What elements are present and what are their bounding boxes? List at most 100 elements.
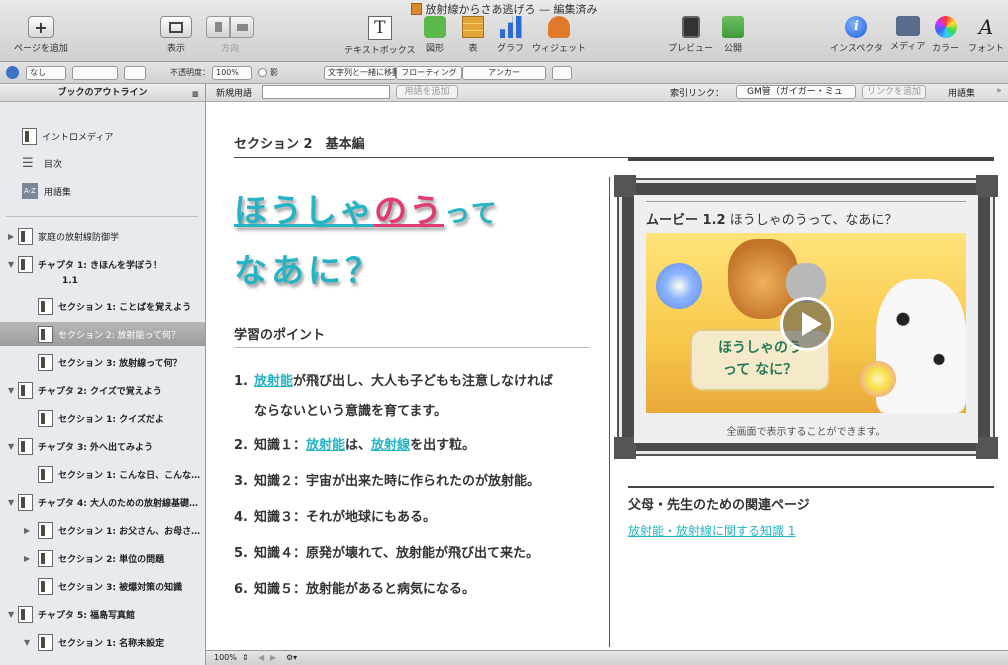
stroke-select[interactable]: [72, 66, 118, 80]
shape-button[interactable]: 図形: [424, 16, 446, 54]
wrap-select[interactable]: [552, 66, 572, 80]
fonts-button[interactable]: A フォント: [968, 16, 1004, 54]
add-page-button[interactable]: + ページを追加: [14, 16, 68, 54]
sidebar-item-chapter-2[interactable]: ▼ チャプタ 2: クイズで覚えよう: [0, 378, 205, 402]
page-thumb-icon: [38, 521, 53, 539]
sidebar-item-section-2-selected[interactable]: セクション 2: 放射能って何？: [0, 322, 205, 346]
shadow-label: 影: [270, 68, 278, 77]
sidebar-item-chapter-4[interactable]: ▼ チャプタ 4: 大人のための放射線基礎…: [0, 490, 205, 514]
frame-corner: [614, 175, 636, 197]
outline-menu-icon[interactable]: ≡: [191, 86, 199, 104]
sidebar-item-quiz[interactable]: セクション 1: クイズだよ: [0, 406, 205, 430]
related-title: 父母・先生のための関連ページ: [628, 498, 810, 513]
sidebar-item-section-3[interactable]: セクション 3: 放射線って何？: [0, 350, 205, 374]
disclosure-icon[interactable]: ▶: [24, 526, 34, 535]
add-term-button[interactable]: 用語を追加: [396, 85, 458, 99]
style-select[interactable]: なし: [26, 66, 66, 80]
stroke-color-well[interactable]: [124, 66, 146, 80]
movie-widget[interactable]: ムービー 1.2 ほうしゃのうって、なあに？ ほうしゃのう って なに？ 全画面で…: [614, 175, 998, 459]
index-link-select[interactable]: GM管（ガイガー・ミュ: [736, 85, 856, 99]
sidebar-item-chapter-5[interactable]: ▼ チャプタ 5: 福島写真館: [0, 602, 205, 626]
movie-caption: 全画面で表示することができます。: [726, 427, 886, 438]
disclosure-icon[interactable]: ▶: [8, 232, 18, 241]
sidebar-item-book[interactable]: ▶ 家庭の放射線防御学: [0, 224, 205, 248]
page-thumb-icon: [22, 127, 37, 145]
opacity-select[interactable]: 100%: [212, 66, 252, 80]
movie-poster-image[interactable]: ほうしゃのう って なに？: [646, 233, 966, 413]
page-thumb-icon: [38, 409, 53, 427]
sidebar-item-ch4-section-1[interactable]: ▶ セクション 1: お父さん、お母さ…: [0, 518, 205, 542]
divider: [6, 216, 198, 217]
play-triangle-icon: [802, 312, 822, 336]
media-button[interactable]: メディア: [890, 16, 925, 52]
sidebar-item-ch4-section-3[interactable]: セクション 3: 被爆対策の知識: [0, 574, 205, 598]
glossary-button[interactable]: 用語集: [948, 86, 975, 99]
list-item: 6. 知識５：放射能があると病気になる。: [234, 582, 476, 597]
inspector-button[interactable]: i インスペクタ: [830, 16, 883, 54]
play-icon[interactable]: [780, 297, 834, 351]
disclosure-icon[interactable]: ▼: [8, 386, 18, 395]
next-page-icon[interactable]: ▶: [270, 653, 276, 662]
disclosure-icon[interactable]: ▼: [8, 610, 18, 619]
add-link-button[interactable]: リンクを追加: [862, 85, 926, 99]
view-button[interactable]: 表示: [160, 16, 192, 54]
prev-page-icon[interactable]: ◀: [258, 653, 264, 662]
list-item: ならないという意識を育てます。: [254, 404, 448, 419]
ipad-icon: [681, 16, 700, 38]
anchor-button[interactable]: アンカー: [462, 66, 546, 80]
page-thumb-icon: [38, 297, 53, 315]
dalmatian-image: [876, 279, 966, 413]
orientation-control[interactable]: 方向: [206, 16, 254, 54]
new-term-input[interactable]: [262, 85, 390, 99]
list-item: 4. 知識３：それが地球にもある。: [234, 510, 437, 525]
sidebar-item-ch5-section-1[interactable]: ▼ セクション 1: 名称未設定: [0, 630, 205, 654]
sidebar-item-section-1[interactable]: セクション 1: ことばを覚えよう: [0, 294, 205, 318]
move-with-text-button[interactable]: 文字列と一緒に移動: [324, 66, 400, 80]
zoom-select[interactable]: 100%: [214, 653, 237, 662]
sidebar-item-intro-media[interactable]: イントロメディア: [0, 124, 205, 148]
frame-corner: [614, 437, 636, 459]
page-thumb-icon: [18, 605, 33, 623]
flower-icon: [656, 263, 702, 309]
heading-line-2: なあに？: [234, 251, 382, 290]
textbox-button[interactable]: T テキストボックス: [344, 16, 415, 56]
chevron-right-icon[interactable]: »: [996, 86, 1002, 96]
chevron-updown-icon[interactable]: ⇕: [242, 653, 249, 662]
shape-icon: [424, 16, 446, 38]
style-drawer-icon[interactable]: [6, 66, 19, 79]
list-item: 1. 放射能が飛び出し、大人も子どもも注意しなければ: [234, 374, 554, 389]
related-rule: [628, 486, 994, 488]
chart-button[interactable]: グラフ: [497, 16, 524, 54]
table-button[interactable]: 表: [462, 16, 484, 54]
disclosure-icon[interactable]: ▼: [8, 442, 18, 451]
sidebar-item-ch4-section-2[interactable]: ▶ セクション 2: 単位の問題: [0, 546, 205, 570]
widget-button[interactable]: ウィジェット: [532, 16, 586, 54]
colors-button[interactable]: カラー: [932, 16, 959, 54]
disclosure-icon[interactable]: ▼: [8, 260, 18, 269]
disclosure-icon[interactable]: ▼: [8, 498, 18, 507]
list-icon: ☰: [22, 155, 34, 171]
sidebar-item-ch3-section-1[interactable]: セクション 1: こんな日、こんな…: [0, 462, 205, 486]
view-icon: [160, 16, 192, 38]
gear-icon[interactable]: ⚙▾: [286, 653, 297, 662]
disclosure-icon[interactable]: ▼: [24, 638, 34, 647]
page-thumb-icon: [18, 437, 33, 455]
plus-icon: +: [27, 16, 54, 38]
page-canvas: セクション 2 基本編 ほうしゃのうって なあに？ 学習のポイント 1. 放射能が…: [206, 102, 1008, 650]
sidebar-item-chapter-3[interactable]: ▼ チャプタ 3: 外へ出てみよう: [0, 434, 205, 458]
page-thumb-icon: [18, 493, 33, 511]
shadow-checkbox[interactable]: [258, 68, 267, 77]
sidebar-item-1-1[interactable]: 1.1: [0, 273, 205, 289]
sidebar-item-glossary[interactable]: A-Z 用語集: [0, 179, 205, 203]
publish-button[interactable]: 公開: [722, 16, 744, 54]
related-link[interactable]: 放射能・放射線に関する知識 1: [628, 522, 795, 539]
sidebar-item-toc[interactable]: ☰ 目次: [0, 151, 205, 175]
heading-line-1: ほうしゃのうって: [234, 191, 499, 230]
page-thumb-icon: [38, 633, 53, 651]
list-item: 3. 知識２：宇宙が出来た時に作られたのが放射能。: [234, 474, 541, 489]
preview-button[interactable]: プレビュー: [668, 16, 713, 54]
movie-title: ムービー 1.2 ほうしゃのうって、なあに？: [646, 213, 898, 228]
floating-button[interactable]: フローティング: [396, 66, 462, 80]
window-title: 放射線からさあ逃げろ — 編集済み: [0, 1, 1008, 17]
disclosure-icon[interactable]: ▶: [24, 554, 34, 563]
